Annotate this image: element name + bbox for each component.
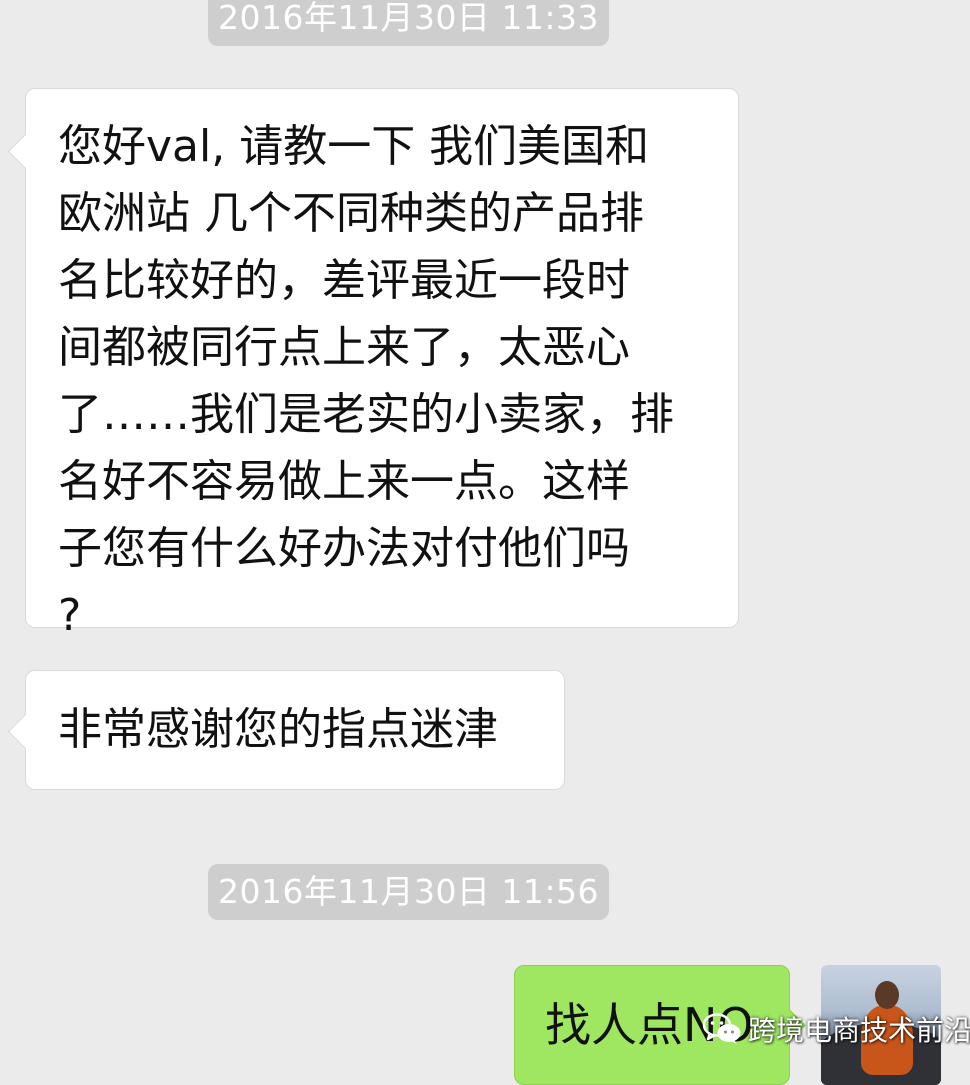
avatar-head: [875, 981, 899, 1009]
message-text: 非常感谢您的指点迷津: [58, 704, 498, 755]
bubble-tail: [7, 713, 44, 750]
timestamp-divider: 2016年11月30日 11:33: [208, 0, 609, 46]
received-message-bubble[interactable]: 您好val, 请教一下 我们美国和 欧洲站 几个不同种类的产品排 名比较好的，差…: [7, 88, 739, 641]
bubble-tail: [7, 133, 44, 170]
received-message-bubble[interactable]: 非常感谢您的指点迷津: [7, 670, 565, 790]
message-text: 您好val, 请教一下 我们美国和 欧洲站 几个不同种类的产品排 名比较好的，差…: [58, 121, 674, 641]
wechat-icon: [702, 1012, 742, 1046]
timestamp-divider: 2016年11月30日 11:56: [208, 864, 609, 920]
watermark-text: 跨境电商技术前沿: [748, 1014, 970, 1047]
watermark: 跨境电商技术前沿: [702, 1011, 970, 1047]
